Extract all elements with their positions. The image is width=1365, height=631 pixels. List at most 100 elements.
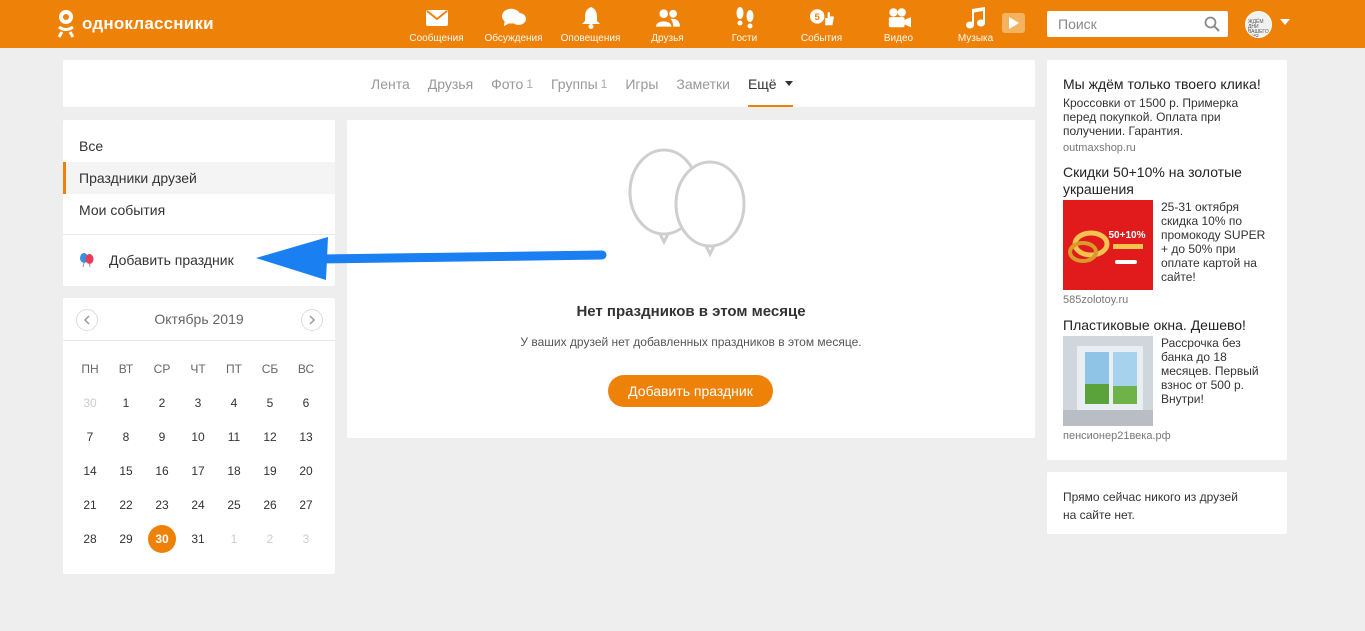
ad-image-jewelry[interactable]: 50+10% <box>1063 200 1153 290</box>
calendar-day[interactable]: 16 <box>144 464 180 478</box>
search-icon[interactable] <box>1204 16 1220 32</box>
menu-item-my-events[interactable]: Мои события <box>63 194 335 226</box>
calendar-day[interactable]: 1 <box>216 532 252 546</box>
calendar-day[interactable]: 2 <box>144 396 180 410</box>
ads-panel: Мы ждём только твоего клика! Кроссовки о… <box>1047 60 1287 460</box>
calendar-day[interactable]: 3 <box>288 532 324 546</box>
calendar-day[interactable]: 31 <box>180 532 216 546</box>
play-icon[interactable] <box>1002 13 1025 33</box>
ad-body[interactable]: Рассрочка без банка до 18 месяцев. Первы… <box>1161 336 1273 406</box>
calendar-day[interactable]: 17 <box>180 464 216 478</box>
nav-label: События <box>800 33 843 44</box>
tab-friends[interactable]: Друзья <box>428 60 473 107</box>
nav-messages[interactable]: Сообщения <box>398 0 475 48</box>
calendar-day[interactable]: 11 <box>216 430 252 444</box>
tab-games[interactable]: Игры <box>625 60 658 107</box>
nav-label: Гости <box>731 33 758 44</box>
balloons-icon <box>628 148 746 258</box>
add-holiday-button[interactable]: Добавить праздник <box>608 375 773 407</box>
ad-title[interactable]: Мы ждём только твоего клика! <box>1063 76 1275 93</box>
calendar-day[interactable]: 21 <box>72 498 108 512</box>
calendar-day[interactable]: 12 <box>252 430 288 444</box>
calendar-day[interactable]: 26 <box>252 498 288 512</box>
nav-events[interactable]: 5 События <box>783 0 860 48</box>
chevron-down-icon[interactable] <box>1280 19 1290 25</box>
menu-item-all[interactable]: Все <box>63 130 335 162</box>
calendar-day[interactable]: 20 <box>288 464 324 478</box>
calendar-day[interactable]: 8 <box>108 430 144 444</box>
nav-video[interactable]: Видео <box>860 0 937 48</box>
week-row: 28 29 30 31 1 2 3 <box>72 522 326 556</box>
calendar-title: Октябрь 2019 <box>154 311 244 327</box>
search-input[interactable] <box>1047 11 1197 37</box>
calendar-day[interactable]: 14 <box>72 464 108 478</box>
calendar-day[interactable]: 5 <box>252 396 288 410</box>
tab-notes[interactable]: Заметки <box>676 60 730 107</box>
divider <box>63 340 335 341</box>
weekday: ВС <box>297 362 315 376</box>
menu-item-friends-holidays[interactable]: Праздники друзей <box>63 162 335 194</box>
logo[interactable]: одноклассники <box>56 10 214 38</box>
ad-image-window[interactable] <box>1063 336 1153 426</box>
next-month-button[interactable] <box>301 309 323 331</box>
chevron-right-icon <box>309 315 316 325</box>
calendar-day[interactable]: 10 <box>180 430 216 444</box>
weekday: СБ <box>261 362 279 376</box>
ad-source[interactable]: outmaxshop.ru <box>1063 142 1136 154</box>
footprints-icon <box>733 7 757 29</box>
weekday: СР <box>153 362 171 376</box>
empty-title: Нет праздников в этом месяце <box>576 303 806 320</box>
nav-discussions[interactable]: Обсуждения <box>475 0 552 48</box>
ad-title[interactable]: Скидки 50+10% на золотые украшения <box>1063 164 1275 198</box>
calendar-day[interactable]: 9 <box>144 430 180 444</box>
prev-month-button[interactable] <box>76 309 98 331</box>
empty-text: У ваших друзей нет добавленных празднико… <box>520 335 862 349</box>
calendar-day[interactable]: 25 <box>216 498 252 512</box>
tab-groups[interactable]: Группы 1 <box>551 60 607 107</box>
chevron-down-icon <box>784 81 793 86</box>
weekday: ВТ <box>118 362 134 376</box>
tab-photo[interactable]: Фото 1 <box>491 60 533 107</box>
ad-title[interactable]: Пластиковые окна. Дешево! <box>1063 317 1275 334</box>
today-marker: 30 <box>148 525 176 553</box>
calendar-day[interactable]: 2 <box>252 532 288 546</box>
avatar-text: ЖДЁМ ДНИ ВАШЕГО ДНЯ <box>1248 19 1269 38</box>
calendar-day[interactable]: 18 <box>216 464 252 478</box>
chat-icon <box>501 7 526 29</box>
nav-notifications[interactable]: Оповещения <box>552 0 629 48</box>
calendar-day[interactable]: 15 <box>108 464 144 478</box>
tab-feed[interactable]: Лента <box>371 60 410 107</box>
calendar-day[interactable]: 24 <box>180 498 216 512</box>
calendar-day[interactable]: 28 <box>72 532 108 546</box>
ad-body[interactable]: Кроссовки от 1500 р. Примерка перед поку… <box>1063 96 1263 138</box>
tab-more[interactable]: Ещё <box>747 60 793 107</box>
calendar-day[interactable]: 19 <box>252 464 288 478</box>
weekday: ЧТ <box>190 362 206 376</box>
calendar-day[interactable]: 27 <box>288 498 324 512</box>
calendar-day[interactable]: 22 <box>108 498 144 512</box>
nav-friends[interactable]: Друзья <box>629 0 706 48</box>
tab-count: 1 <box>600 76 608 91</box>
ad-source[interactable]: 585zolotoy.ru <box>1063 294 1128 306</box>
nav-guests[interactable]: Гости <box>706 0 783 48</box>
top-bar: одноклассники Сообщения Обсуждения Опове… <box>0 0 1365 48</box>
calendar-day[interactable]: 4 <box>216 396 252 410</box>
calendar-day[interactable]: 3 <box>180 396 216 410</box>
ad-body[interactable]: 25-31 октября скидка 10% по промокоду SU… <box>1161 200 1273 284</box>
avatar[interactable]: ЖДЁМ ДНИ ВАШЕГО ДНЯ <box>1245 11 1272 38</box>
calendar-day[interactable]: 30 <box>72 396 108 410</box>
calendar-day[interactable]: 23 <box>144 498 180 512</box>
add-holiday-link[interactable]: Добавить праздник <box>79 250 234 270</box>
tab-count: 1 <box>526 76 534 91</box>
calendar-day[interactable]: 1 <box>108 396 144 410</box>
calendar-day[interactable]: 13 <box>288 430 324 444</box>
calendar-day[interactable]: 29 <box>108 532 144 546</box>
nav-label: Видео <box>883 33 914 44</box>
ad-source[interactable]: пенсионер21века.рф <box>1063 430 1171 442</box>
calendar-day[interactable]: 7 <box>72 430 108 444</box>
logo-text: одноклассники <box>82 14 214 33</box>
week-row: 21 22 23 24 25 26 27 <box>72 488 326 522</box>
calendar-day[interactable]: 6 <box>288 396 324 410</box>
friends-online-card: Прямо сейчас никого из друзей на сайте н… <box>1047 472 1287 534</box>
calendar-day-today[interactable]: 30 <box>144 525 180 553</box>
